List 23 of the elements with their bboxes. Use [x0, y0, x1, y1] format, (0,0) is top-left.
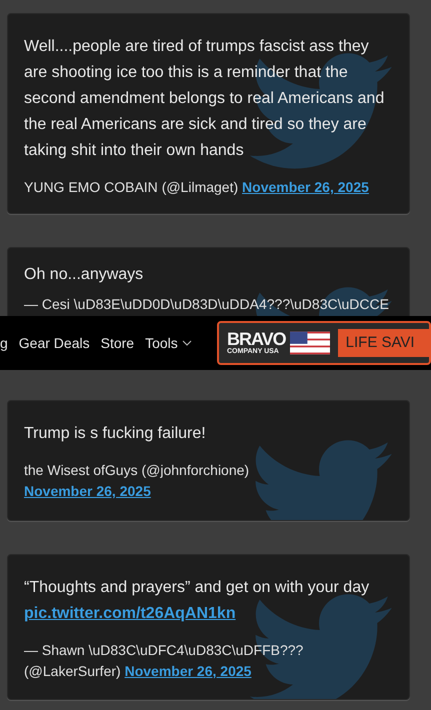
- chevron-down-icon: [182, 340, 192, 346]
- tweet-author: — Cesi \uD83E\uDD0D\uD83D\uDDA4???\uD83C\uDCCE: [24, 296, 389, 312]
- tweet-link[interactable]: pic.twitter.com/t26AqAN1kn: [24, 601, 236, 627]
- nav-link[interactable]: Gear Deals: [18, 332, 90, 354]
- tweet-text: Trump is s fucking failure!: [24, 424, 207, 444]
- flag-icon: [290, 331, 330, 355]
- tweet-handle: (@johnforchione): [141, 462, 250, 478]
- nav-menu[interactable]: Tools: [145, 332, 192, 354]
- tweet-date-link[interactable]: November 26, 2025: [24, 481, 151, 502]
- nav-link[interactable]: Store: [100, 332, 134, 354]
- tweet-text: Oh no...anyways: [24, 265, 144, 285]
- tweet-handle: (@LakerSurfer): [24, 663, 121, 679]
- tweet-author: the Wisest ofGuys: [24, 462, 138, 478]
- brand-name: BRAVO: [227, 330, 286, 348]
- tweet-author: YUNG EMO COBAIN: [24, 179, 158, 195]
- tweet-date-link[interactable]: November 26, 2025: [124, 663, 252, 679]
- tweet-date-link[interactable]: November 26, 2025: [242, 179, 369, 195]
- tweet-text: Well....people are tired of trumps fascist ass they are shooting ice too this is a reminder that the second amendment belongs to real Americans and the real Americans are sick and tired so they are taking shit into their own hands: [24, 37, 386, 161]
- ad-cta: LIFE SAVI: [338, 329, 429, 357]
- tweet-handle: (@Lilmaget): [162, 179, 238, 195]
- nav-link[interactable]: g: [0, 332, 8, 354]
- tweet-author: — Shawn \uD83C\uDFC4\uD83C\uDFFB???: [24, 642, 304, 658]
- tweet-text: “Thoughts and prayers” and get on with your day: [24, 578, 370, 598]
